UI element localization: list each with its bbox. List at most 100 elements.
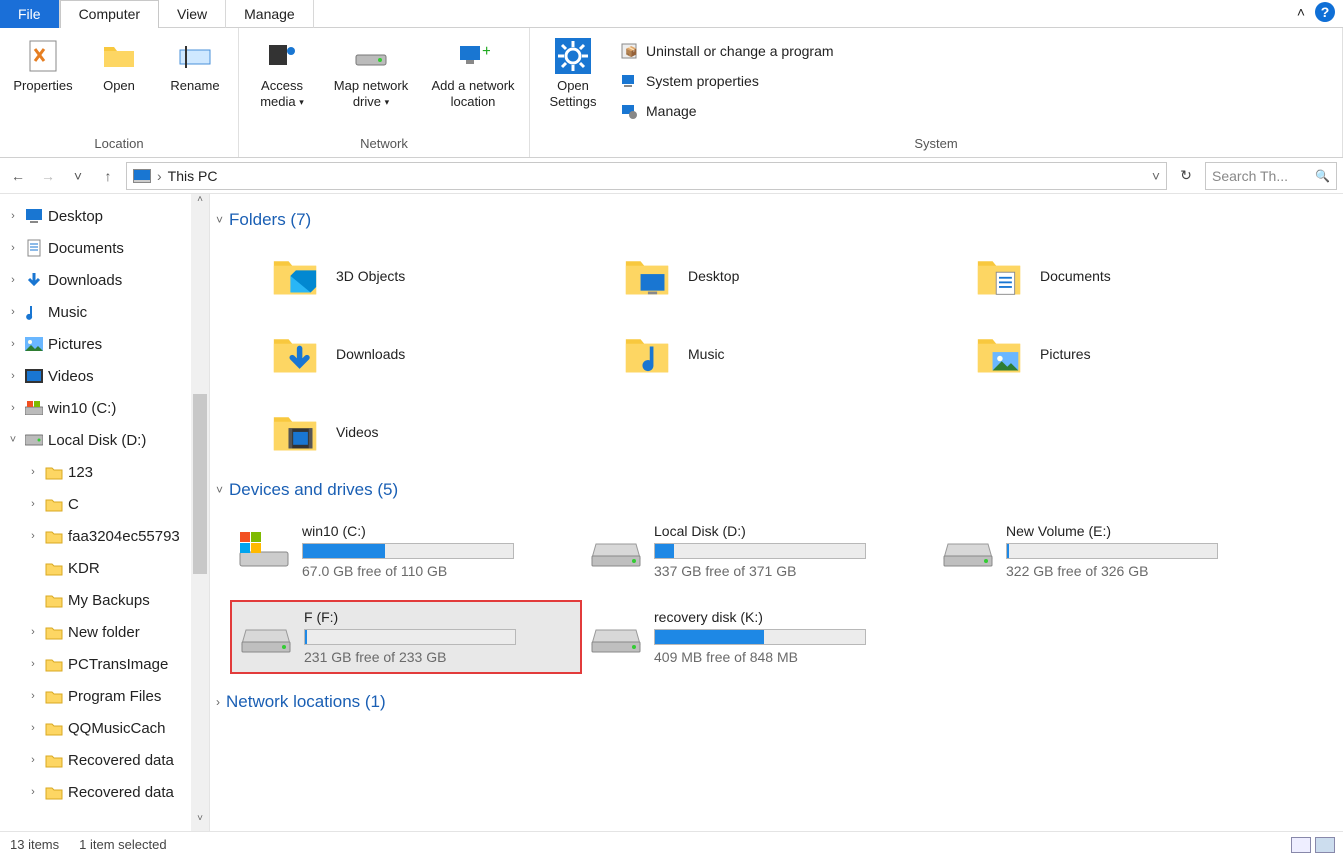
folder-item[interactable]: 3D Objects [270, 246, 622, 306]
access-media-button[interactable]: Access media ▾ [247, 32, 317, 109]
tree-twist-icon[interactable]: › [26, 722, 40, 734]
tree-twist-icon[interactable]: › [26, 786, 40, 798]
section-network-header[interactable]: › Network locations (1) [210, 686, 1343, 718]
tab-file[interactable]: File [0, 0, 60, 28]
folder-item[interactable]: Documents [974, 246, 1326, 306]
tree-item[interactable]: KDR [0, 552, 209, 584]
tree-item[interactable]: ›QQMusicCach [0, 712, 209, 744]
manage-button[interactable]: Manage [614, 98, 840, 124]
drive-item[interactable]: New Volume (E:)322 GB free of 326 GB [934, 514, 1286, 588]
folder-label: Pictures [1040, 346, 1091, 362]
map-network-drive-button[interactable]: Map network drive ▾ [323, 32, 419, 109]
tree-item[interactable]: ›Music [0, 296, 209, 328]
section-drives-header[interactable]: ˅ Devices and drives (5) [210, 474, 1343, 506]
tree-twist-icon[interactable]: › [26, 498, 40, 510]
search-input[interactable]: Search Th... 🔍 [1205, 162, 1337, 190]
tree-item[interactable]: ›123 [0, 456, 209, 488]
tree-item-label: My Backups [68, 592, 150, 609]
tree-item[interactable]: ›Desktop [0, 200, 209, 232]
uninstall-program-button[interactable]: 📦 Uninstall or change a program [614, 38, 840, 64]
folder-item[interactable]: Downloads [270, 324, 622, 384]
properties-button[interactable]: Properties [8, 32, 78, 94]
tree-twist-icon[interactable]: › [26, 658, 40, 670]
map-drive-icon [353, 38, 389, 74]
open-settings-button[interactable]: Open Settings [538, 32, 608, 109]
tree-item[interactable]: ›Program Files [0, 680, 209, 712]
view-details-icon[interactable] [1291, 837, 1311, 853]
drive-item[interactable]: recovery disk (K:)409 MB free of 848 MB [582, 600, 934, 674]
tree-item-label: KDR [68, 560, 100, 577]
tree-item[interactable]: ›Pictures [0, 328, 209, 360]
folder-icon [974, 330, 1024, 379]
nav-up-button[interactable]: ↑ [96, 164, 120, 188]
tree-item-icon [44, 527, 64, 545]
drive-free-text: 337 GB free of 371 GB [654, 563, 866, 579]
scroll-down-icon[interactable]: ˅ [191, 813, 209, 831]
tree-twist-icon[interactable]: › [6, 370, 20, 382]
drive-icon [240, 616, 292, 659]
tree-twist-icon[interactable]: › [6, 306, 20, 318]
tree-item[interactable]: ›Recovered data [0, 744, 209, 776]
tree-item[interactable]: ›Documents [0, 232, 209, 264]
status-selected: 1 item selected [79, 837, 166, 852]
tree-twist-icon[interactable]: › [26, 690, 40, 702]
breadcrumb-location[interactable]: This PC [168, 168, 218, 184]
drive-item[interactable]: Local Disk (D:)337 GB free of 371 GB [582, 514, 934, 588]
tree-twist-icon[interactable]: › [6, 402, 20, 414]
collapse-ribbon-icon[interactable]: ˄ [1297, 4, 1305, 20]
help-icon[interactable]: ? [1315, 2, 1335, 22]
tree-twist-icon[interactable]: › [26, 466, 40, 478]
tree-twist-icon[interactable]: › [26, 754, 40, 766]
folder-item[interactable]: Pictures [974, 324, 1326, 384]
tree-twist-icon[interactable]: › [6, 274, 20, 286]
folder-item[interactable]: Videos [270, 402, 622, 462]
scrollbar-thumb[interactable] [193, 394, 207, 574]
drive-item[interactable]: F (F:)231 GB free of 233 GB [230, 600, 582, 674]
tree-item[interactable]: ›Recovered data [0, 776, 209, 808]
this-pc-icon [133, 169, 151, 183]
tree-item-icon [44, 495, 64, 513]
nav-recent-button[interactable]: ˅ [66, 164, 90, 188]
tree-twist-icon[interactable]: › [6, 242, 20, 254]
tab-manage[interactable]: Manage [226, 0, 314, 28]
tree-item[interactable]: ›faa3204ec55793 [0, 520, 209, 552]
tree-twist-icon[interactable]: › [6, 338, 20, 350]
tab-computer[interactable]: Computer [60, 0, 159, 28]
tree-item[interactable]: ›New folder [0, 616, 209, 648]
view-large-icons-icon[interactable] [1315, 837, 1335, 853]
open-button[interactable]: Open [84, 32, 154, 94]
tab-view[interactable]: View [159, 0, 226, 28]
tree-twist-icon[interactable]: › [6, 210, 20, 222]
tree-item[interactable]: ›win10 (C:) [0, 392, 209, 424]
tree-item-icon [44, 655, 64, 673]
tree-twist-icon[interactable]: ˅ [6, 434, 20, 446]
address-bar[interactable]: › This PC ˅ [126, 162, 1167, 190]
rename-button[interactable]: Rename [160, 32, 230, 94]
tree-item[interactable]: ›C [0, 488, 209, 520]
tree-twist-icon[interactable]: › [26, 530, 40, 542]
nav-forward-button[interactable]: → [36, 164, 60, 188]
tree-item-icon [24, 431, 44, 449]
folder-item[interactable]: Music [622, 324, 974, 384]
tree-item[interactable]: My Backups [0, 584, 209, 616]
rename-icon [177, 38, 213, 74]
tree-item[interactable]: ˅Local Disk (D:) [0, 424, 209, 456]
folder-icon [622, 252, 672, 301]
drive-item[interactable]: win10 (C:)67.0 GB free of 110 GB [230, 514, 582, 588]
access-media-label: Access media ▾ [247, 78, 317, 109]
tree-item[interactable]: ›Downloads [0, 264, 209, 296]
section-folders-header[interactable]: ˅ Folders (7) [210, 204, 1343, 236]
tree-twist-icon[interactable]: › [26, 626, 40, 638]
tree-item-icon [24, 271, 44, 289]
refresh-button[interactable]: ↻ [1173, 163, 1199, 189]
nav-back-button[interactable]: ← [6, 164, 30, 188]
system-properties-button[interactable]: System properties [614, 68, 840, 94]
add-network-location-button[interactable]: + Add a network location [425, 32, 521, 109]
chevron-down-icon: ▾ [385, 97, 390, 107]
tree-item[interactable]: ›Videos [0, 360, 209, 392]
address-dropdown-icon[interactable]: ˅ [1152, 168, 1160, 184]
sidebar-scrollbar[interactable]: ˄ ˅ [191, 194, 209, 831]
tree-item[interactable]: ›PCTransImage [0, 648, 209, 680]
folder-item[interactable]: Desktop [622, 246, 974, 306]
scroll-up-icon[interactable]: ˄ [191, 194, 209, 212]
